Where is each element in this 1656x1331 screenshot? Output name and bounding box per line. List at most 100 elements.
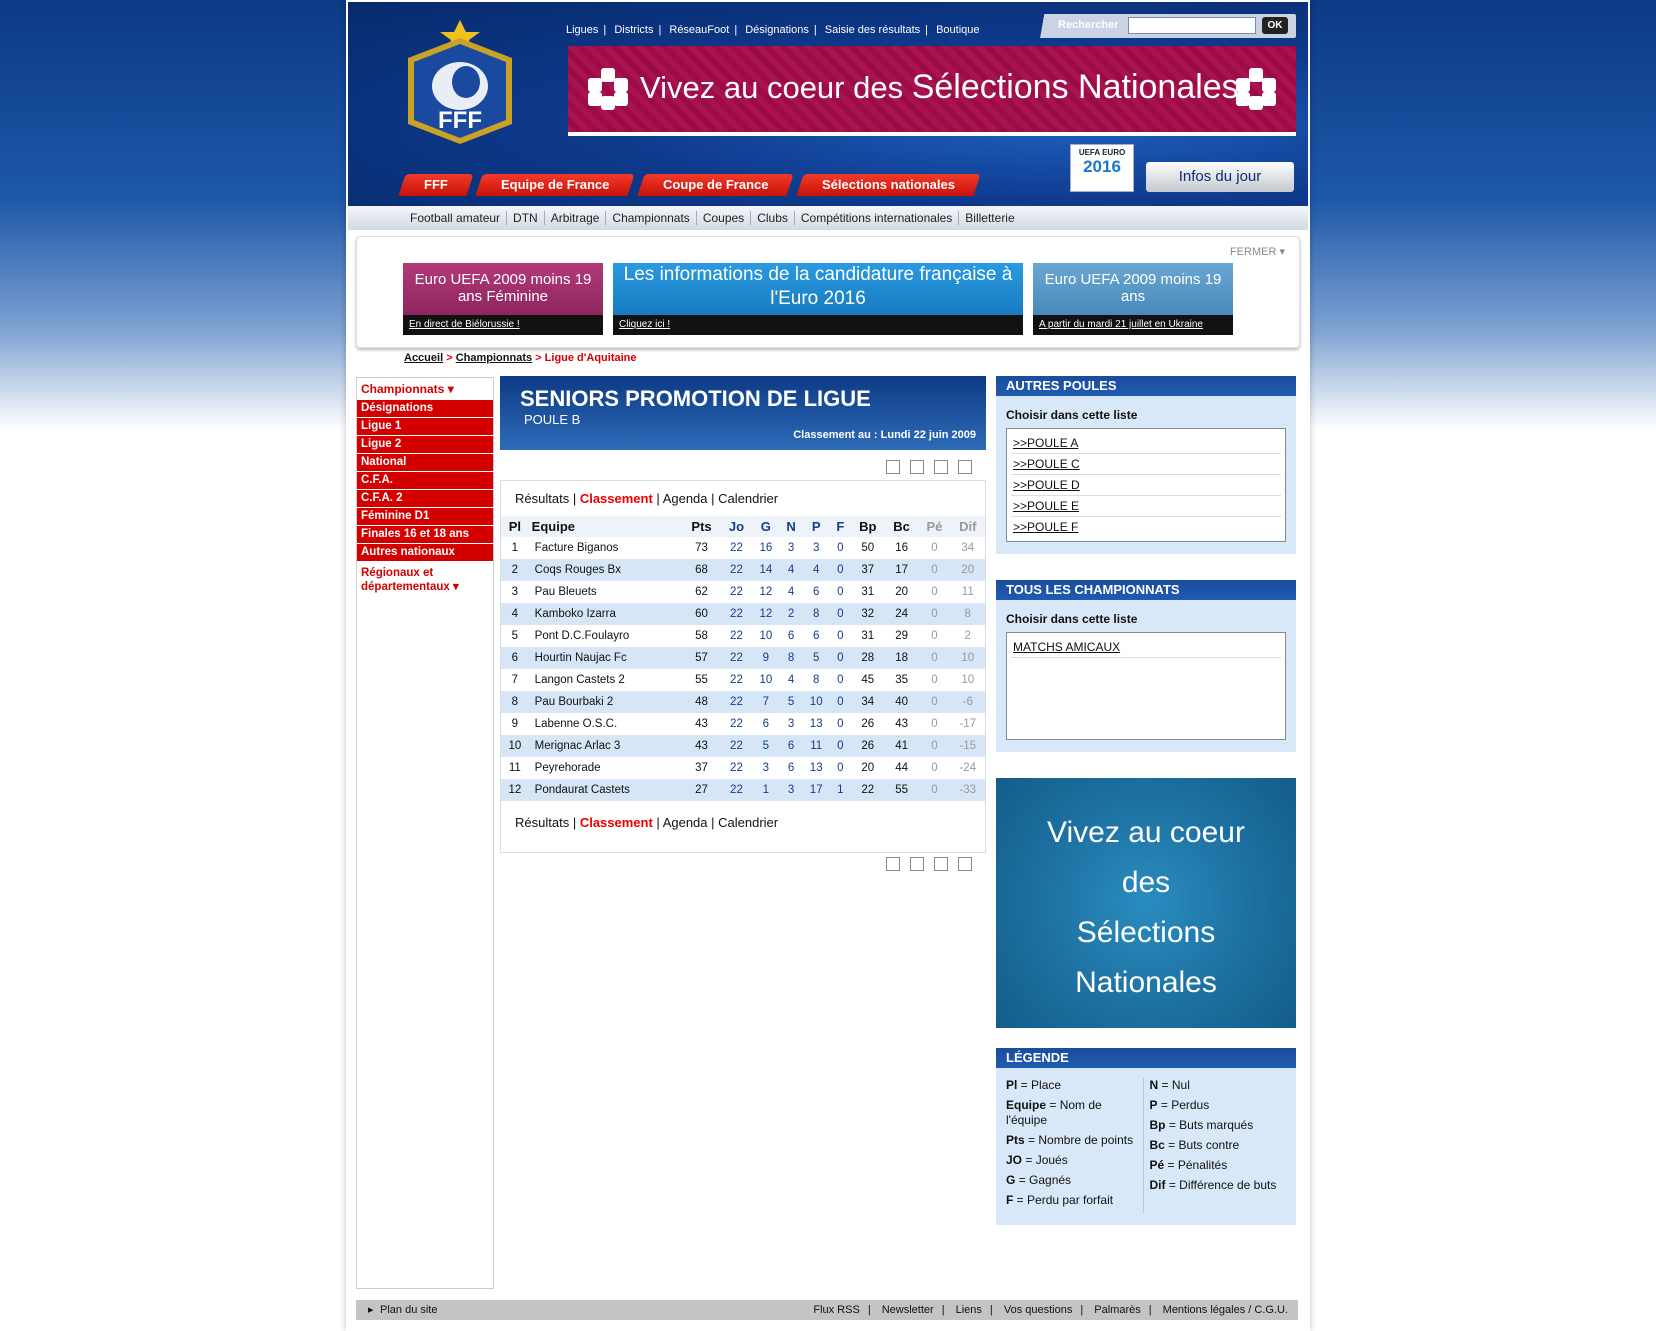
selections-banner[interactable]: Vivez au coeur des Sélections Nationales <box>568 46 1296 136</box>
fff-logo[interactable]: FFF <box>400 16 520 146</box>
footer-vos-questions[interactable]: Vos questions <box>1004 1304 1073 1316</box>
sidebar-item-cfa-2[interactable]: C.F.A. 2 <box>357 490 493 507</box>
table-cell: 22 <box>730 674 743 686</box>
mainnav-equipe-de-france[interactable]: Equipe de France <box>475 174 636 196</box>
table-cell: 3 <box>511 586 519 598</box>
tab-classement[interactable]: Classement <box>580 491 653 506</box>
toplink-reseaufoot[interactable]: RéseauFoot <box>669 24 729 36</box>
list-item-poule-c[interactable]: >>POULE C <box>1011 454 1281 475</box>
promo-close-button[interactable]: FERMER ▾ <box>1230 245 1285 258</box>
footer-plan-du-site[interactable]: Plan du site <box>380 1300 437 1320</box>
table-cell: 20 <box>861 762 875 774</box>
tab-agenda[interactable]: Agenda <box>663 815 708 830</box>
mainnav-coupe-de-france[interactable]: Coupe de France <box>637 174 794 196</box>
chevron-down-icon: ▾ <box>453 581 459 593</box>
selections-ad[interactable]: Vivez au coeur des Sélections Nationales <box>996 778 1296 1028</box>
subnav-championnats[interactable]: Championnats <box>606 211 697 225</box>
table-cell: 2 <box>964 630 971 642</box>
sidebar-item-designations[interactable]: Désignations <box>357 400 493 417</box>
sidebar-item-finales[interactable]: Finales 16 et 18 ans <box>357 526 493 543</box>
team-name-cell: Pondaurat Castets <box>528 779 683 801</box>
subnav-billetterie[interactable]: Billetterie <box>959 211 1020 225</box>
font-increase-icon[interactable] <box>886 857 900 871</box>
table-cell: 1 <box>511 542 519 554</box>
list-item-poule-e[interactable]: >>POULE E <box>1011 496 1281 517</box>
table-cell: 45 <box>861 674 875 686</box>
sidebar-head[interactable]: Championnats ▾ <box>357 378 493 400</box>
subnav-coupes[interactable]: Coupes <box>696 211 752 225</box>
toplink-saisie[interactable]: Saisie des résultats <box>825 24 920 36</box>
list-item-poule-d[interactable]: >>POULE D <box>1011 475 1281 496</box>
promo-euro-feminine[interactable]: Euro UEFA 2009 moins 19 ans Féminine En … <box>403 263 603 335</box>
table-row: 11 Peyrehorade 37 22 3 6 13 0 20 44 0 -24 <box>501 757 985 779</box>
sidebar-item-cfa[interactable]: C.F.A. <box>357 472 493 489</box>
print-icon[interactable] <box>958 460 972 474</box>
euro-2016-badge[interactable]: UEFA EURO 2016 <box>1070 144 1134 192</box>
autres-poules-title: AUTRES POULES <box>996 376 1296 396</box>
footer-newsletter[interactable]: Newsletter <box>882 1304 934 1316</box>
table-cell: -33 <box>950 779 985 801</box>
promo-title: Les informations de la candidature franç… <box>623 264 1013 309</box>
font-decrease-icon[interactable] <box>910 460 924 474</box>
column-header: P <box>802 516 831 537</box>
share-icon[interactable] <box>934 460 948 474</box>
tab-calendrier[interactable]: Calendrier <box>718 815 778 830</box>
breadcrumb-championnats[interactable]: Championnats <box>456 352 532 364</box>
promo-link[interactable]: En direct de Biélorussie ! <box>403 315 603 335</box>
table-cell: 37 <box>850 559 885 581</box>
sidebar-item-autres-nationaux[interactable]: Autres nationaux <box>357 544 493 561</box>
list-item-poule-a[interactable]: >>POULE A <box>1011 433 1281 454</box>
tab-agenda[interactable]: Agenda <box>663 491 708 506</box>
subnav-competitions[interactable]: Compétitions internationales <box>794 211 960 225</box>
table-cell: 22 <box>730 762 743 774</box>
font-increase-icon[interactable] <box>886 460 900 474</box>
table-cell: 0 <box>830 735 851 757</box>
footer-palmares[interactable]: Palmarès <box>1094 1304 1140 1316</box>
team-name-cell: Labenne O.S.C. <box>534 718 618 730</box>
infos-du-jour-button[interactable]: Infos du jour <box>1146 162 1294 192</box>
promo-euro-2016[interactable]: Les informations de la candidature franç… <box>613 263 1023 335</box>
breadcrumb-home[interactable]: Accueil <box>404 352 443 364</box>
subnav-clubs[interactable]: Clubs <box>751 211 795 225</box>
list-item-matchs-amicaux[interactable]: MATCHS AMICAUX <box>1011 637 1281 658</box>
search-input[interactable] <box>1128 17 1256 34</box>
table-cell: 55 <box>695 674 708 686</box>
tab-resultats[interactable]: Résultats <box>515 491 569 506</box>
page-subtitle: POULE B <box>524 412 581 427</box>
search-ok-button[interactable]: OK <box>1262 17 1288 34</box>
sidebar-item-ligue-1[interactable]: Ligue 1 <box>357 418 493 435</box>
subnav-football-amateur[interactable]: Football amateur <box>404 211 508 225</box>
footer-mentions-legales[interactable]: Mentions légales / C.G.U. <box>1163 1304 1288 1316</box>
tab-resultats[interactable]: Résultats <box>515 815 569 830</box>
table-row: 10 Merignac Arlac 3 43 22 5 6 11 0 26 41 0 -15 <box>501 735 985 757</box>
promo-link[interactable]: A partir du mardi 21 juillet en Ukraine <box>1033 315 1233 335</box>
promo-link[interactable]: Cliquez ici ! <box>613 315 1023 335</box>
tab-classement[interactable]: Classement <box>580 815 653 830</box>
column-header: F <box>830 516 851 537</box>
sidebar-item-ligue-2[interactable]: Ligue 2 <box>357 436 493 453</box>
sidebar-item-feminine-d1[interactable]: Féminine D1 <box>357 508 493 525</box>
search-label: Rechercher <box>1058 19 1119 31</box>
list-item-poule-f[interactable]: >>POULE F <box>1011 517 1281 537</box>
toplink-designations[interactable]: Désignations <box>745 24 809 36</box>
table-cell: 5 <box>752 735 780 757</box>
toplink-boutique[interactable]: Boutique <box>936 24 979 36</box>
mainnav-selections-nationales[interactable]: Sélections nationales <box>796 174 981 196</box>
mainnav-fff[interactable]: FFF <box>398 174 474 196</box>
subnav-arbitrage[interactable]: Arbitrage <box>544 211 607 225</box>
table-cell: 8 <box>950 603 985 625</box>
footer-flux-rss[interactable]: Flux RSS <box>813 1304 859 1316</box>
toplink-districts[interactable]: Districts <box>614 24 653 36</box>
tab-calendrier[interactable]: Calendrier <box>718 491 778 506</box>
breadcrumb: Accueil > Championnats > Ligue d'Aquitai… <box>404 352 637 364</box>
subnav-dtn[interactable]: DTN <box>507 211 545 225</box>
sidebar-item-regionaux[interactable]: Régionaux et départementaux ▾ <box>357 562 493 598</box>
share-icon[interactable] <box>934 857 948 871</box>
tool-icons-bottom <box>500 857 986 883</box>
footer-liens[interactable]: Liens <box>956 1304 982 1316</box>
font-decrease-icon[interactable] <box>910 857 924 871</box>
toplink-ligues[interactable]: Ligues <box>566 24 598 36</box>
sidebar-item-national[interactable]: National <box>357 454 493 471</box>
print-icon[interactable] <box>958 857 972 871</box>
promo-euro-u19[interactable]: Euro UEFA 2009 moins 19 ans A partir du … <box>1033 263 1233 335</box>
